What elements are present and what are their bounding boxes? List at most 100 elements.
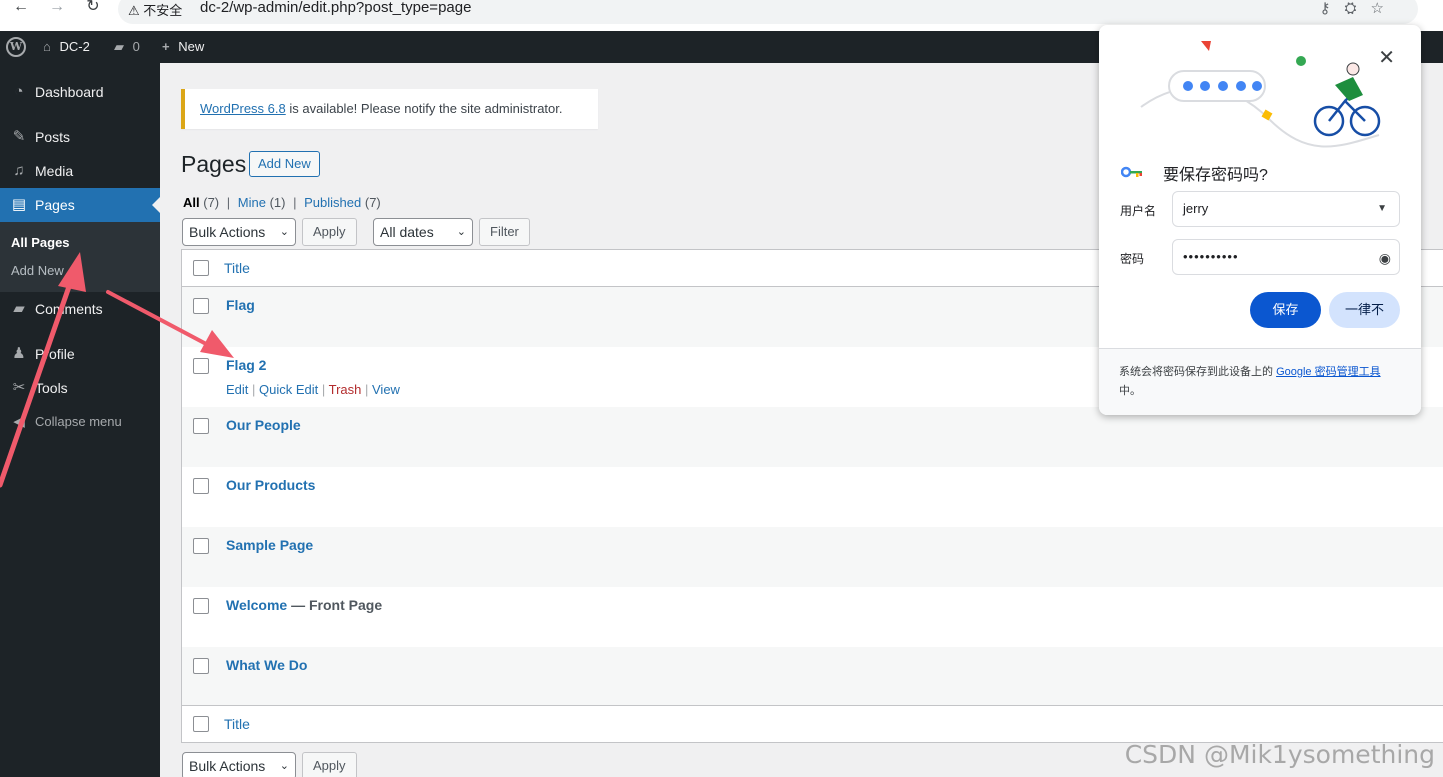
plus-icon: +	[162, 39, 170, 54]
row-title-link[interactable]: Our People	[226, 417, 301, 433]
bulk-actions-select-bottom[interactable]: Bulk Actions ⌄	[182, 752, 296, 777]
row-checkbox[interactable]	[193, 658, 209, 674]
title-column-footer[interactable]: Title	[224, 716, 250, 732]
row-title-link[interactable]: Flag	[226, 297, 255, 313]
bulk-actions-select-top[interactable]: Bulk Actions ⌄	[182, 218, 296, 246]
wordpress-update-link[interactable]: WordPress 6.8	[200, 101, 286, 116]
row-title: Sample Page	[226, 537, 314, 553]
row-actions: Edit | Quick Edit | Trash | View	[226, 382, 400, 397]
save-password-button[interactable]: 保存	[1250, 292, 1321, 328]
site-name-link[interactable]: ⌂ DC-2	[43, 31, 90, 63]
row-title-link[interactable]: Our Products	[226, 477, 315, 493]
row-checkbox[interactable]	[193, 598, 209, 614]
username-select[interactable]: jerry ▼	[1172, 191, 1400, 227]
apply-button-bottom[interactable]: Apply	[302, 752, 357, 777]
select-all-checkbox-bottom[interactable]	[193, 716, 209, 732]
dashboard-icon: ◔	[14, 83, 24, 100]
close-icon[interactable]: ✕	[1378, 45, 1395, 70]
sidebar-item-label: Dashboard	[35, 84, 104, 100]
address-bar[interactable]: ⚠ 不安全 dc-2/wp-admin/edit.php?post_type=p…	[118, 0, 1418, 24]
collapse-menu-button[interactable]: ◀ Collapse menu	[0, 405, 160, 439]
edit-link[interactable]: Edit	[226, 382, 248, 397]
security-label: 不安全	[143, 3, 183, 18]
forward-icon[interactable]: →	[46, 0, 68, 18]
dates-value: All dates	[380, 224, 434, 240]
filter-mine-link[interactable]: Mine	[238, 195, 266, 210]
save-password-dialog: ✕ 要保存密码吗? 用户名 jerry ▼ 密码 •••••••••• ◉ 保存…	[1099, 25, 1421, 415]
submenu-all-pages[interactable]: All Pages	[11, 235, 70, 250]
sidebar-item-label: Pages	[35, 197, 75, 213]
filter-mine-count: (1)	[269, 195, 286, 210]
row-checkbox[interactable]	[193, 538, 209, 554]
sidebar-item-label: Comments	[35, 301, 103, 317]
new-content-link[interactable]: + New	[162, 31, 204, 63]
row-checkbox[interactable]	[193, 418, 209, 434]
row-title-link[interactable]: What We Do	[226, 657, 307, 673]
row-title: Our People	[226, 417, 301, 433]
table-row: Our People	[182, 407, 1443, 467]
sidebar-item-posts[interactable]: ✎ Posts	[0, 120, 160, 154]
row-title-link[interactable]: Welcome — Front Page	[226, 597, 382, 613]
key-icon[interactable]: ⚷	[1320, 0, 1345, 17]
password-field[interactable]: •••••••••• ◉	[1172, 239, 1400, 275]
select-all-checkbox[interactable]	[193, 260, 209, 276]
never-save-button[interactable]: 一律不	[1329, 292, 1400, 328]
google-password-manager-link[interactable]: Google 密码管理工具	[1276, 366, 1381, 378]
bulk-actions-value: Bulk Actions	[189, 758, 266, 774]
filter-published-link[interactable]: Published	[304, 195, 361, 210]
trash-link[interactable]: Trash	[329, 382, 362, 397]
post-state: — Front Page	[287, 597, 383, 613]
apply-button-top[interactable]: Apply	[302, 218, 357, 246]
table-row: Welcome — Front Page	[182, 587, 1443, 647]
bookmark-star-icon[interactable]: ☆	[1371, 0, 1398, 17]
row-title-link[interactable]: Sample Page	[226, 537, 313, 553]
back-icon[interactable]: ←	[10, 0, 32, 18]
filter-button[interactable]: Filter	[479, 218, 530, 246]
row-title: What We Do	[226, 657, 308, 673]
eye-icon[interactable]: ◉	[1379, 241, 1391, 275]
sidebar-item-tools[interactable]: ✂ Tools	[0, 371, 160, 405]
sidebar-item-comments[interactable]: ▰ Comments	[0, 292, 160, 326]
sidebar-item-dashboard[interactable]: ◔ Dashboard	[0, 75, 160, 109]
quick-edit-link[interactable]: Quick Edit	[259, 382, 318, 397]
comments-link[interactable]: ▰ 0	[114, 31, 140, 63]
page-title: Pages	[181, 151, 247, 177]
chevron-down-icon: ⌄	[279, 226, 289, 238]
sidebar-item-label: Profile	[35, 346, 75, 362]
url-text[interactable]: dc-2/wp-admin/edit.php?post_type=page	[200, 0, 471, 16]
site-name: DC-2	[59, 39, 90, 54]
translate-icon[interactable]: ⛭	[1345, 0, 1371, 17]
row-title-link[interactable]: Flag 2	[226, 357, 266, 373]
footer-tail: 中。	[1119, 385, 1141, 397]
comments-count: 0	[132, 39, 140, 54]
row-checkbox[interactable]	[193, 478, 209, 494]
reload-icon[interactable]: ↻	[82, 0, 104, 18]
filter-all-link[interactable]: All	[183, 195, 200, 210]
add-new-page-button[interactable]: Add New	[249, 151, 320, 177]
sidebar-item-media[interactable]: ♫ Media	[0, 154, 160, 188]
dates-filter-select[interactable]: All dates ⌄	[373, 218, 473, 246]
dropdown-triangle-icon: ▼	[1377, 203, 1387, 214]
media-icon: ♫	[13, 162, 25, 179]
sidebar-item-profile[interactable]: ♟ Profile	[0, 337, 160, 371]
new-label: New	[178, 39, 205, 54]
update-notice: WordPress 6.8 is available! Please notif…	[181, 89, 598, 129]
password-label: 密码	[1120, 252, 1145, 266]
filter-published-count: (7)	[364, 195, 381, 210]
sidebar-item-label: Media	[35, 163, 74, 179]
sidebar-item-label: Posts	[35, 129, 71, 145]
row-checkbox[interactable]	[193, 358, 209, 374]
bulk-actions-value: Bulk Actions	[189, 224, 266, 240]
submenu-add-new[interactable]: Add New	[11, 263, 64, 278]
not-secure-indicator[interactable]: ⚠ 不安全	[128, 0, 182, 19]
wordpress-logo-icon[interactable]: W	[6, 37, 26, 57]
title-column-header[interactable]: Title	[224, 260, 250, 276]
sidebar-item-label: Tools	[35, 380, 68, 396]
table-row: Sample Page	[182, 527, 1443, 587]
row-checkbox[interactable]	[193, 298, 209, 314]
collapse-arrow-icon: ◀	[13, 413, 25, 430]
sidebar-item-pages[interactable]: ▤ Pages	[0, 188, 160, 222]
view-link[interactable]: View	[372, 382, 400, 397]
csdn-watermark: CSDN @Mik1ysomething	[1124, 740, 1435, 769]
chevron-down-icon: ⌄	[456, 226, 466, 238]
